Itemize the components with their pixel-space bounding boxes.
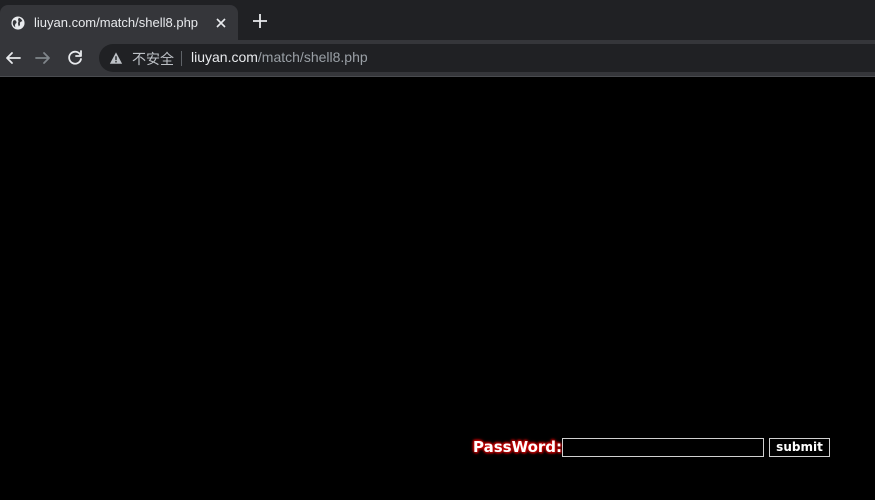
url-host: liuyan.com	[191, 49, 258, 65]
security-label[interactable]: 不安全	[132, 49, 174, 69]
address-bar[interactable]: 不安全 liuyan.com/match/shell8.php	[99, 44, 875, 72]
page-content: PassWord: submit	[0, 77, 875, 500]
submit-button[interactable]: submit	[769, 438, 830, 457]
plus-icon[interactable]	[250, 11, 270, 31]
close-icon[interactable]	[213, 15, 229, 31]
url-text[interactable]: liuyan.com/match/shell8.php	[191, 49, 368, 65]
tab-active[interactable]: liuyan.com/match/shell8.php	[0, 5, 238, 40]
browser-window: liuyan.com/match/shell8.php 不安全 liuyan.c…	[0, 0, 875, 500]
reload-icon[interactable]	[65, 48, 85, 68]
forward-arrow-icon[interactable]	[33, 48, 53, 68]
tab-title: liuyan.com/match/shell8.php	[34, 15, 199, 30]
back-arrow-icon[interactable]	[3, 48, 23, 68]
toolbar: 不安全 liuyan.com/match/shell8.php	[0, 40, 875, 77]
password-label: PassWord:	[473, 438, 563, 456]
url-path: /match/shell8.php	[257, 49, 368, 65]
password-input[interactable]	[562, 438, 764, 457]
omnibox-divider	[181, 51, 182, 66]
globe-icon	[11, 16, 25, 30]
warning-icon[interactable]	[109, 51, 123, 65]
tab-strip: liuyan.com/match/shell8.php	[0, 0, 875, 40]
